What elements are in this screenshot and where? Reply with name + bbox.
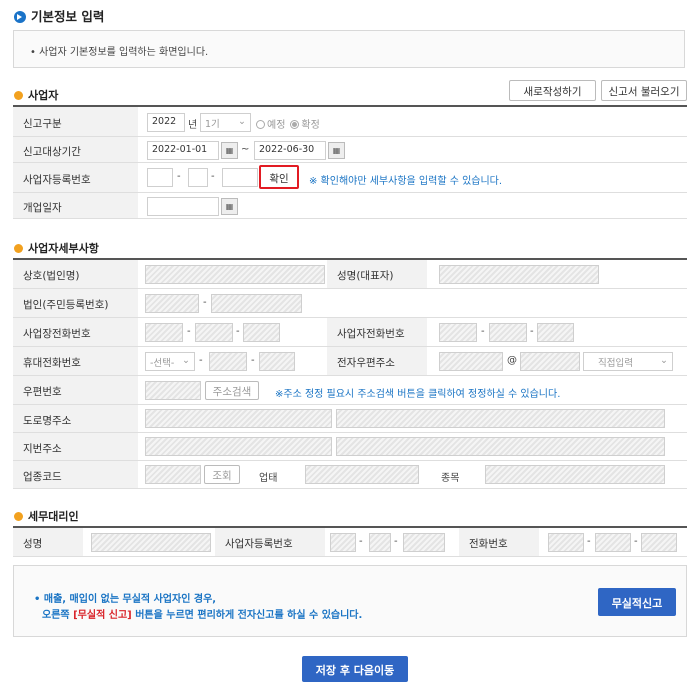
radio-planned[interactable] <box>256 120 265 129</box>
label-industry-code: 업종코드 <box>13 461 138 488</box>
label-rep-name: 성명(대표자) <box>327 260 427 288</box>
zip-hint: ※주소 정정 필요시 주소검색 버튼을 클릭하여 정정하실 수 있습니다. <box>275 389 561 400</box>
owner-phone-part3[interactable] <box>537 323 574 342</box>
section-business: 사업자 <box>14 87 58 103</box>
label-biz-phone: 사업장전화번호 <box>13 318 138 346</box>
agent-phone-part3[interactable] <box>641 533 677 552</box>
label-report-type: 신고구분 <box>13 107 138 136</box>
agent-name-input[interactable] <box>91 533 211 552</box>
section-agent: 세무대리인 <box>14 508 79 524</box>
agent-reg-part1[interactable] <box>330 533 356 552</box>
reg-number-part2[interactable] <box>188 168 208 187</box>
reg-number-part1[interactable] <box>147 168 173 187</box>
reg-number-hint: ※ 확인해야만 세부사항을 입력할 수 있습니다. <box>309 176 503 187</box>
label-corp-number: 법인(주민등록번호) <box>13 289 138 317</box>
label-mobile: 휴대전화번호 <box>13 347 138 375</box>
calendar-icon[interactable]: ▦ <box>328 142 345 159</box>
corp-number-part2[interactable] <box>211 294 302 313</box>
label-reg-number: 사업자등록번호 <box>13 163 138 192</box>
corp-number-part1[interactable] <box>145 294 199 313</box>
label-lot-address: 지번주소 <box>13 433 138 460</box>
zero-report-button[interactable]: 무실적신고 <box>598 588 676 616</box>
label-email: 전자우편주소 <box>327 347 427 375</box>
label-road-address: 도로명주소 <box>13 405 138 432</box>
biz-phone-part2[interactable] <box>195 323 233 342</box>
road-address-input[interactable] <box>145 409 332 428</box>
details-table: 상호(법인명) 성명(대표자) 법인(주민등록번호) - 사업장전화번호 - -… <box>13 258 687 489</box>
label-owner-phone: 사업자전화번호 <box>327 318 427 346</box>
save-next-button[interactable]: 저장 후 다음이동 <box>302 656 408 682</box>
calendar-icon[interactable]: ▦ <box>221 142 238 159</box>
owner-phone-part1[interactable] <box>439 323 477 342</box>
label-open-date: 개업일자 <box>13 193 138 218</box>
owner-phone-part2[interactable] <box>489 323 527 342</box>
industry-code-input[interactable] <box>145 465 201 484</box>
label-biz-item: 종목 <box>441 473 460 484</box>
business-table: 신고구분 2022 년 1기 ⌄ 예정 확정 신고대상기간 2022-01-01 ▦… <box>13 105 687 219</box>
biz-phone-part3[interactable] <box>243 323 280 342</box>
intro-box: • 사업자 기본정보를 입력하는 화면입니다. <box>13 30 685 68</box>
email-domain-select[interactable]: 직접입력 ⌄ <box>583 352 673 371</box>
trade-name-input[interactable] <box>145 265 325 284</box>
chevron-down-icon: ⌄ <box>182 355 190 366</box>
bullet-icon <box>14 512 23 521</box>
report-type-radios: 예정 확정 <box>251 116 320 131</box>
biz-type-input[interactable] <box>305 465 419 484</box>
radio-final[interactable] <box>290 120 300 129</box>
bullet-icon <box>14 91 23 100</box>
period-from-input[interactable]: 2022-01-01 <box>147 141 219 160</box>
biz-item-input[interactable] <box>485 465 665 484</box>
rep-name-input[interactable] <box>439 265 599 284</box>
label-report-period: 신고대상기간 <box>13 137 138 162</box>
intro-text: • 사업자 기본정보를 입력하는 화면입니다. <box>30 47 209 58</box>
lookup-button[interactable]: 조회 <box>204 465 240 484</box>
lot-address-detail-input[interactable] <box>336 437 665 456</box>
mobile-part3[interactable] <box>259 352 295 371</box>
label-biz-type: 업태 <box>259 473 278 484</box>
road-address-detail-input[interactable] <box>336 409 665 428</box>
agent-phone-part2[interactable] <box>595 533 631 552</box>
label-zip: 우편번호 <box>13 376 138 404</box>
section-details: 사업자세부사항 <box>14 240 99 256</box>
biz-phone-part1[interactable] <box>145 323 183 342</box>
chevron-down-icon: ⌄ <box>660 355 668 366</box>
agent-reg-part2[interactable] <box>369 533 391 552</box>
address-search-button[interactable]: 주소검색 <box>205 381 259 400</box>
period-to-input[interactable]: 2022-06-30 <box>254 141 326 160</box>
notice-line1: • 매출, 매입이 없는 무실적 사업자인 경우, <box>34 594 217 605</box>
label-agent-name: 성명 <box>13 528 83 556</box>
period-select[interactable]: 1기 ⌄ <box>200 113 251 132</box>
label-agent-phone: 전화번호 <box>459 528 539 556</box>
open-date-input[interactable] <box>147 197 219 216</box>
confirm-button[interactable]: 확인 <box>259 165 299 189</box>
agent-table: 성명 사업자등록번호 - - 전화번호 - - <box>13 526 687 557</box>
label-trade-name: 상호(법인명) <box>13 260 138 288</box>
email-local-input[interactable] <box>439 352 503 371</box>
calendar-icon[interactable]: ▦ <box>221 198 238 215</box>
zero-report-notice: • 매출, 매입이 없는 무실적 사업자인 경우, 오른쪽 [무실적 신고] 버… <box>13 565 687 637</box>
chevron-down-icon: ⌄ <box>238 116 246 127</box>
email-domain-input[interactable] <box>520 352 580 371</box>
mobile-select[interactable]: -선택- ⌄ <box>145 352 195 371</box>
mobile-part2[interactable] <box>209 352 247 371</box>
year-input[interactable]: 2022 <box>147 113 185 132</box>
agent-reg-part3[interactable] <box>403 533 445 552</box>
reg-number-part3[interactable] <box>222 168 258 187</box>
page-title: 기본정보 입력 <box>14 6 104 25</box>
lot-address-input[interactable] <box>145 437 332 456</box>
zip-input[interactable] <box>145 381 201 400</box>
notice-line2: 오른쪽 [무실적 신고] 버튼을 누르면 편리하게 전자신고를 하실 수 있습니… <box>42 610 363 621</box>
label-agent-reg-number: 사업자등록번호 <box>215 528 325 556</box>
play-icon <box>14 11 26 23</box>
bullet-icon <box>14 244 23 253</box>
agent-phone-part1[interactable] <box>548 533 584 552</box>
new-button[interactable]: 새로작성하기 <box>509 80 596 101</box>
load-report-button[interactable]: 신고서 불러오기 <box>601 80 687 101</box>
